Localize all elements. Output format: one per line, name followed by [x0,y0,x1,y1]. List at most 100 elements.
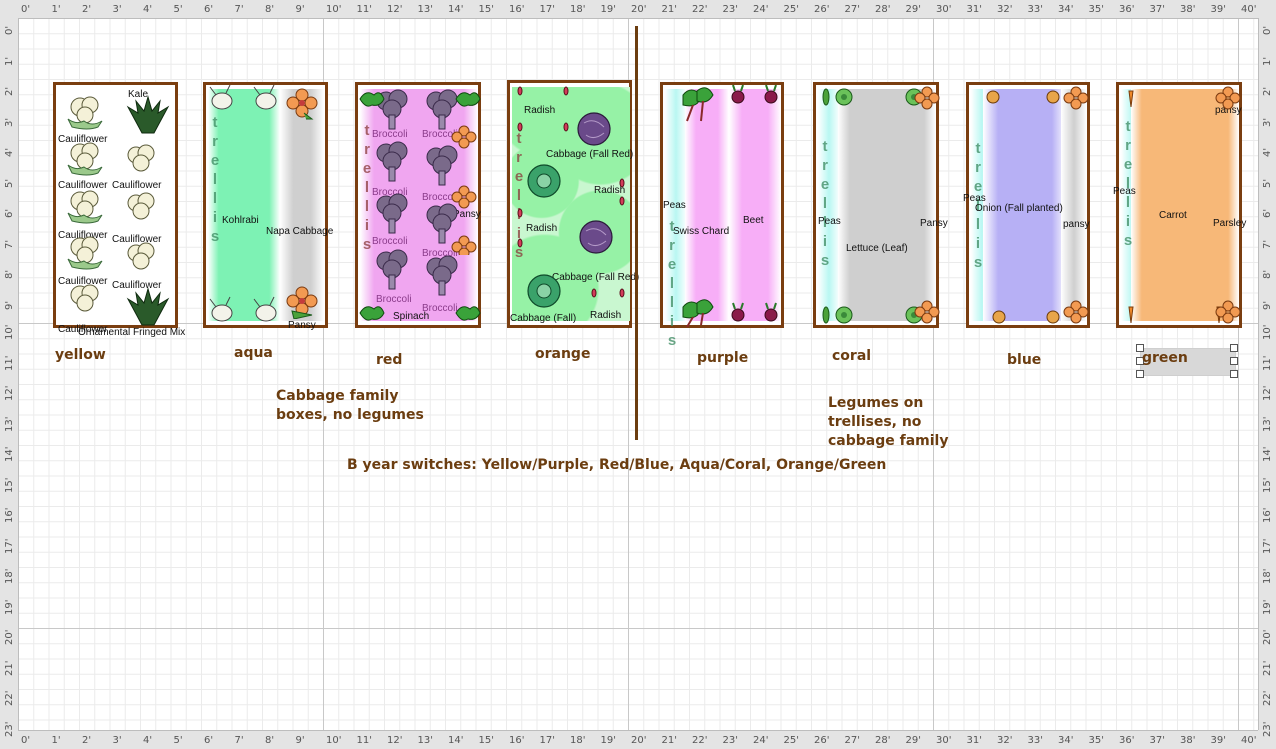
note-legumes[interactable]: Legumes on trellises, no cabbage family [828,394,948,451]
ruler-tick-label: 9' [4,300,15,310]
pansy-icon [286,88,318,120]
ruler-tick-label: 21' [661,4,677,15]
ruler-tick-label: 28' [875,4,891,15]
pansy-icon [1063,86,1089,324]
ruler-tick-label: 36' [1119,735,1135,746]
ruler-tick-label: 5' [1262,178,1273,188]
bed-label-green[interactable]: green [1142,350,1188,366]
ruler-tick-label: 10' [1262,324,1273,340]
note-line: trellises, no [828,414,922,430]
radish-icon [517,86,625,298]
ruler-tick-label: 22' [1262,690,1273,706]
bed-label-aqua: aqua [234,345,273,361]
ruler-tick-label: 25' [783,4,799,15]
ruler-tick-label: 0' [21,735,31,746]
ruler-tick-label: 8' [1262,269,1273,279]
ruler-tick-label: 11' [356,735,372,746]
ruler-tick-label: 14' [448,4,464,15]
ruler-tick-label: 12' [1262,385,1273,401]
ruler-tick-label: 38' [1180,4,1196,15]
ruler-tick-label: 33' [1027,4,1043,15]
ruler-tick-label: 27' [844,4,860,15]
resize-handle[interactable] [1230,370,1238,378]
ruler-tick-label: 12' [387,735,403,746]
ruler-tick-label: 22' [4,690,15,706]
note-switches[interactable]: B year switches: Yellow/Purple, Red/Blue… [347,456,886,475]
ruler-tick-label: 18' [570,4,586,15]
ruler-tick-label: 17' [4,538,15,554]
ruler-tick-label: 34' [1058,735,1074,746]
ruler-tick-label: 37' [1149,4,1165,15]
ruler-corner [1258,0,1276,18]
kale-icon [126,95,170,326]
ruler-tick-label: 14' [448,735,464,746]
ruler-tick-label: 6' [1262,208,1273,218]
ruler-tick-label: 36' [1119,4,1135,15]
ruler-tick-label: 20' [631,735,647,746]
ruler-tick-label: 4' [143,4,153,15]
note-line: cabbage family [828,433,949,449]
ruler-tick-label: 34' [1058,4,1074,15]
ruler-tick-label: 23' [4,721,15,737]
ruler-tick-label: 2' [1262,86,1273,96]
ruler-tick-label: 9' [295,735,305,746]
ruler-tick-label: 5' [4,178,15,188]
pansy-icon [914,86,940,324]
beet-icon [731,85,778,322]
bed-yellow[interactable]: Kale Cauliflower Cauliflower Cauliflower… [53,82,185,338]
ruler-tick-label: 27' [844,735,860,746]
ruler-tick-label: 8' [265,4,275,15]
ruler-tick-label: 20' [1262,629,1273,645]
ruler-tick-label: 15' [478,735,494,746]
ruler-tick-label: 6' [4,208,15,218]
ruler-tick-label: 7' [1262,239,1273,249]
ruler-tick-label: 16' [1262,507,1273,523]
ruler-tick-label: 32' [997,735,1013,746]
ruler-tick-label: 19' [600,4,616,15]
note-line: Legumes on [828,395,924,411]
bed-blue[interactable]: trellis Peas Onion (Fall planted) pansy [963,82,1090,328]
bed-red[interactable]: trellis Broccoli Broccoli Broccoli Brocc… [355,82,481,328]
ruler-tick-label: 16' [4,507,15,523]
resize-handle[interactable] [1136,370,1144,378]
ruler-tick-label: 8' [265,735,275,746]
ruler-tick-label: 13' [1262,416,1273,432]
ruler-tick-label: 33' [1027,735,1043,746]
note-cabbage[interactable]: Cabbage family boxes, no legumes [276,387,424,425]
ruler-tick-label: 4' [143,735,153,746]
ruler-tick-label: 1' [1262,56,1273,66]
ruler-tick-label: 8' [4,269,15,279]
pansy-icon [1215,86,1241,324]
bed-green[interactable]: trellis pansy Peas Carrot Parsley [1113,82,1246,328]
note-line: Cabbage family [276,388,399,404]
ruler-tick-label: 30' [936,735,952,746]
bed-label-blue: blue [1007,352,1042,368]
bed-purple[interactable]: trellis Peas Swiss Chard Beet [660,82,784,349]
resize-handle[interactable] [1230,344,1238,352]
ruler-tick-label: 12' [387,4,403,15]
ruler-corner [0,0,18,18]
ruler-tick-label: 31' [966,735,982,746]
ruler-tick-label: 12' [4,385,15,401]
bed-label-coral: coral [832,348,872,364]
ruler-tick-label: 18' [4,568,15,584]
bed-orange[interactable]: trellis Radish Cabbage (Fall Red) Radish… [507,80,639,328]
bed-coral[interactable]: trellis Peas Pansy Lettuce (Leaf) [813,82,948,328]
ruler-tick-label: 3' [1262,117,1273,127]
ruler-tick-label: 24' [753,735,769,746]
ruler-tick-label: 5' [173,735,183,746]
ruler-tick-label: 28' [875,735,891,746]
ruler-tick-label: 1' [51,735,61,746]
ruler-tick-label: 14' [1262,446,1273,462]
ruler-tick-label: 11' [1262,355,1273,371]
bed-aqua[interactable]: trellis Kohlrabi Napa Cabbage Pansy [203,82,333,331]
ruler-tick-label: 7' [4,239,15,249]
ruler-tick-label: 22' [692,735,708,746]
ruler-tick-label: 39' [1210,4,1226,15]
ruler-tick-label: 21' [661,735,677,746]
ruler-tick-label: 17' [539,735,555,746]
ruler-tick-label: 2' [4,86,15,96]
divider-line[interactable] [635,26,638,440]
ruler-tick-label: 6' [204,735,214,746]
resize-handle[interactable] [1230,357,1238,365]
